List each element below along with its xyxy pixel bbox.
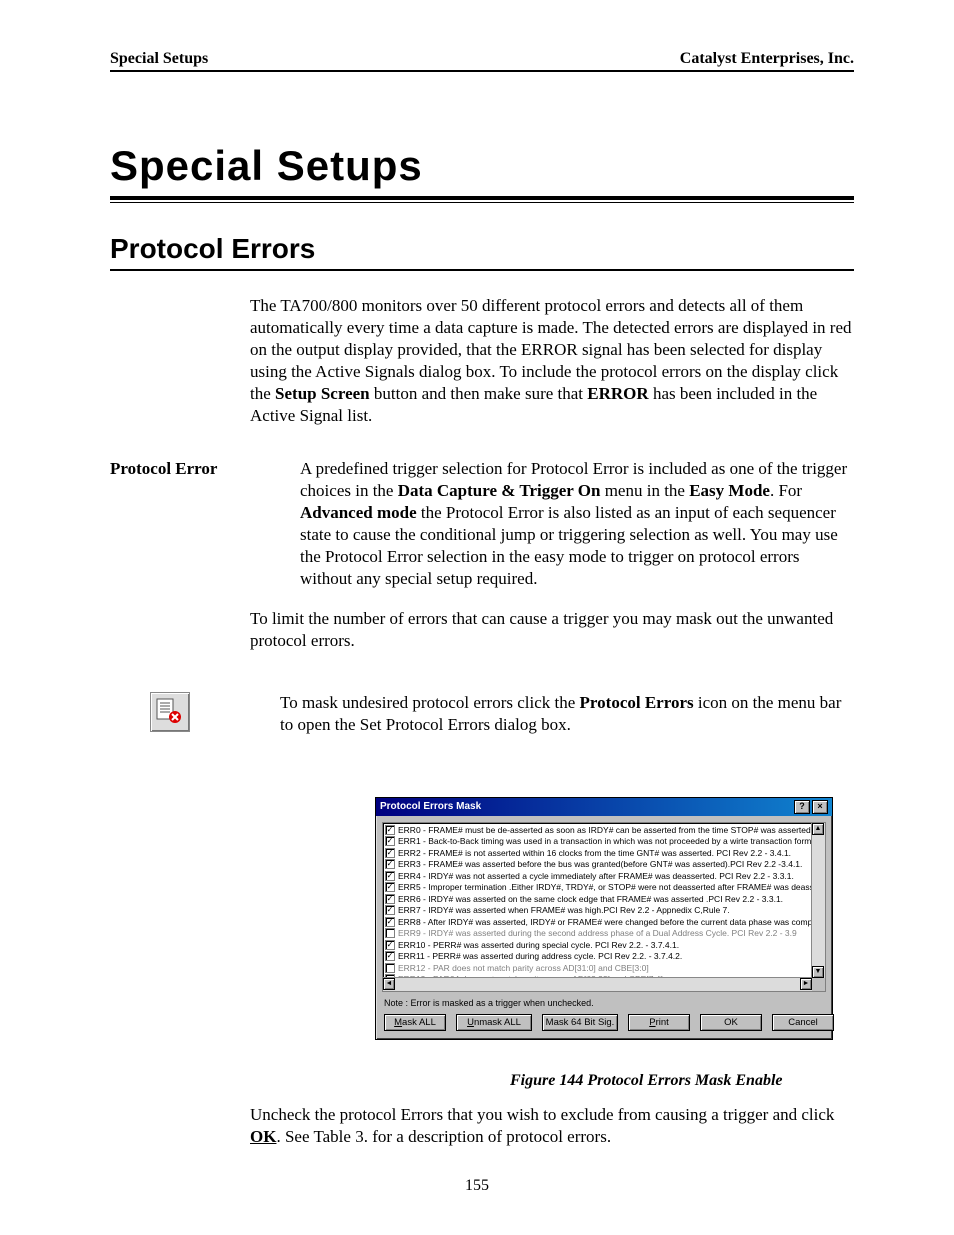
error-checkbox[interactable]: ✓ bbox=[385, 836, 395, 846]
error-checkbox[interactable]: ✓ bbox=[385, 848, 395, 858]
error-text: ERR7 - IRDY# was asserted when FRAME# wa… bbox=[398, 905, 730, 917]
scroll-down-icon[interactable]: ▼ bbox=[812, 966, 824, 978]
title-rule bbox=[110, 196, 854, 203]
header-right: Catalyst Enterprises, Inc. bbox=[680, 50, 854, 68]
error-row[interactable]: ERR12 - PAR does not match parity across… bbox=[385, 963, 811, 975]
page-number: 155 bbox=[0, 1177, 954, 1195]
text-bold: Easy Mode bbox=[689, 481, 770, 500]
error-list[interactable]: ✓ERR0 - FRAME# must be de-asserted as so… bbox=[382, 822, 826, 992]
error-checkbox[interactable]: ✓ bbox=[385, 905, 395, 915]
scroll-right-icon[interactable]: ► bbox=[800, 978, 812, 990]
unmask-all-button[interactable]: Unmask ALL bbox=[456, 1014, 532, 1031]
error-checkbox[interactable]: ✓ bbox=[385, 882, 395, 892]
dialog-note: Note : Error is masked as a trigger when… bbox=[376, 994, 832, 1008]
protocol-error-paragraph: A predefined trigger selection for Proto… bbox=[300, 458, 854, 591]
scroll-corner bbox=[812, 978, 825, 991]
error-checkbox[interactable] bbox=[385, 928, 395, 938]
help-icon[interactable]: ? bbox=[794, 800, 810, 814]
error-row[interactable]: ✓ERR2 - FRAME# is not asserted within 16… bbox=[385, 848, 811, 860]
error-text: ERR1 - Back-to-Back timing was used in a… bbox=[398, 836, 826, 848]
error-text: ERR2 - FRAME# is not asserted within 16 … bbox=[398, 848, 791, 860]
error-row[interactable]: ✓ERR1 - Back-to-Back timing was used in … bbox=[385, 836, 811, 848]
error-row[interactable]: ERR9 - IRDY# was asserted during the sec… bbox=[385, 928, 811, 940]
error-checkbox[interactable]: ✓ bbox=[385, 917, 395, 927]
section-title: Protocol Errors bbox=[110, 233, 854, 265]
text-bold: Data Capture & Trigger On bbox=[398, 481, 601, 500]
error-checkbox[interactable]: ✓ bbox=[385, 859, 395, 869]
error-checkbox[interactable]: ✓ bbox=[385, 951, 395, 961]
text: button and then make sure that bbox=[370, 384, 588, 403]
error-checkbox[interactable]: ✓ bbox=[385, 871, 395, 881]
header-left: Special Setups bbox=[110, 50, 208, 68]
text: . See Table 3. for a description of prot… bbox=[276, 1127, 611, 1146]
error-text: ERR3 - FRAME# was asserted before the bu… bbox=[398, 859, 802, 871]
error-text: ERR0 - FRAME# must be de-asserted as soo… bbox=[398, 825, 826, 837]
cancel-button[interactable]: Cancel bbox=[772, 1014, 834, 1031]
close-icon[interactable]: × bbox=[812, 800, 828, 814]
error-row[interactable]: ✓ERR5 - Improper termination .Either IRD… bbox=[385, 882, 811, 894]
figure-caption: Figure 144 Protocol Errors Mask Enable bbox=[510, 1072, 854, 1090]
text-bold: Protocol Errors bbox=[580, 693, 694, 712]
protocol-errors-mask-dialog: Protocol Errors Mask ? × ✓ERR0 - FRAME# … bbox=[375, 797, 833, 1040]
limit-paragraph: To limit the number of errors that can c… bbox=[250, 608, 854, 652]
mask-all-button[interactable]: Mask ALL bbox=[384, 1014, 446, 1031]
dialog-titlebar: Protocol Errors Mask ? × bbox=[376, 798, 832, 816]
error-row[interactable]: ✓ERR4 - IRDY# was not asserted a cycle i… bbox=[385, 871, 811, 883]
uncheck-paragraph: Uncheck the protocol Errors that you wis… bbox=[250, 1104, 854, 1148]
text-bold: Advanced mode bbox=[300, 503, 417, 522]
error-row[interactable]: ✓ERR8 - After IRDY# was asserted, IRDY# … bbox=[385, 917, 811, 929]
scroll-up-icon[interactable]: ▲ bbox=[812, 823, 824, 835]
error-text: ERR10 - PERR# was asserted during specia… bbox=[398, 940, 679, 952]
dialog-title: Protocol Errors Mask bbox=[380, 801, 481, 812]
error-text: ERR6 - IRDY# was asserted on the same cl… bbox=[398, 894, 783, 906]
intro-paragraph: The TA700/800 monitors over 50 different… bbox=[250, 295, 854, 428]
error-row[interactable]: ✓ERR6 - IRDY# was asserted on the same c… bbox=[385, 894, 811, 906]
error-text: ERR5 - Improper termination .Either IRDY… bbox=[398, 882, 826, 894]
protocol-errors-icon[interactable] bbox=[150, 692, 190, 732]
text: To mask undesired protocol errors click … bbox=[280, 693, 580, 712]
text-bold: ERROR bbox=[587, 384, 648, 403]
error-checkbox[interactable]: ✓ bbox=[385, 825, 395, 835]
error-text: ERR4 - IRDY# was not asserted a cycle im… bbox=[398, 871, 794, 883]
text: . For bbox=[770, 481, 802, 500]
side-label-protocol-error: Protocol Error bbox=[110, 458, 300, 591]
error-row[interactable]: ✓ERR3 - FRAME# was asserted before the b… bbox=[385, 859, 811, 871]
error-text: ERR9 - IRDY# was asserted during the sec… bbox=[398, 928, 797, 940]
error-checkbox[interactable]: ✓ bbox=[385, 940, 395, 950]
error-row[interactable]: ✓ERR10 - PERR# was asserted during speci… bbox=[385, 940, 811, 952]
print-button[interactable]: Print bbox=[628, 1014, 690, 1031]
scroll-left-icon[interactable]: ◄ bbox=[383, 978, 395, 990]
error-text: ERR12 - PAR does not match parity across… bbox=[398, 963, 649, 975]
main-title: Special Setups bbox=[110, 142, 854, 190]
error-text: ERR8 - After IRDY# was asserted, IRDY# o… bbox=[398, 917, 826, 929]
text: Uncheck the protocol Errors that you wis… bbox=[250, 1105, 834, 1124]
section-rule bbox=[110, 269, 854, 271]
error-text: ERR11 - PERR# was asserted during addres… bbox=[398, 951, 682, 963]
error-row[interactable]: ✓ERR7 - IRDY# was asserted when FRAME# w… bbox=[385, 905, 811, 917]
text: menu in the bbox=[600, 481, 689, 500]
error-row[interactable]: ✓ERR11 - PERR# was asserted during addre… bbox=[385, 951, 811, 963]
error-checkbox[interactable] bbox=[385, 963, 395, 973]
error-checkbox[interactable]: ✓ bbox=[385, 894, 395, 904]
text-bold: Setup Screen bbox=[275, 384, 370, 403]
text-bold-underline: OK bbox=[250, 1127, 276, 1146]
mask-64bit-button[interactable]: Mask 64 Bit Sig. bbox=[542, 1014, 618, 1031]
ok-button[interactable]: OK bbox=[700, 1014, 762, 1031]
mask-paragraph: To mask undesired protocol errors click … bbox=[280, 692, 854, 736]
vertical-scrollbar[interactable]: ▲ ▼ bbox=[811, 823, 825, 978]
horizontal-scrollbar[interactable]: ◄ ► bbox=[383, 977, 812, 991]
error-row[interactable]: ✓ERR0 - FRAME# must be de-asserted as so… bbox=[385, 825, 811, 837]
